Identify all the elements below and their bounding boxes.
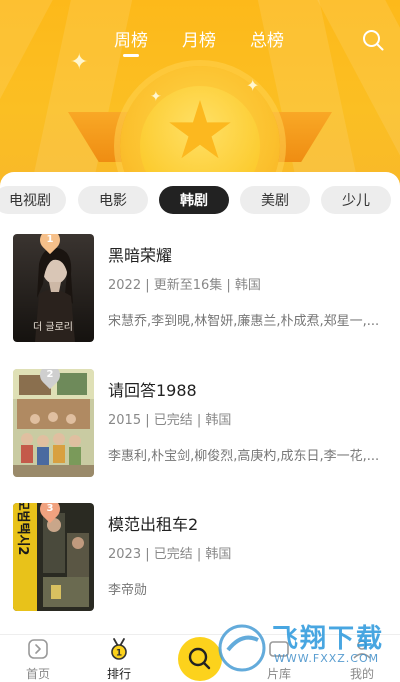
poster-title-text: 모범택시2 xyxy=(15,503,31,555)
tab-monthly[interactable]: 月榜 xyxy=(182,26,216,51)
nav-library[interactable]: 片库 xyxy=(249,635,309,682)
nav-home[interactable]: 首页 xyxy=(8,635,68,682)
ranking-list-panel: 电视剧 电影 韩剧 美剧 少儿 더 글로리 1 黑暗荣耀 2022 | 更新至1… xyxy=(0,172,400,634)
item-cast: 宋慧乔,李到晛,林智妍,廉惠兰,朴成焄,郑星一,... xyxy=(108,314,380,329)
item-title: 模范出租车2 xyxy=(108,515,199,534)
item-meta: 2022 | 更新至16集 | 韩国 xyxy=(108,278,261,293)
poster-image: 2 xyxy=(13,369,94,477)
profile-icon xyxy=(353,640,371,659)
library-icon xyxy=(269,641,289,657)
sparkle-icon: ✦ xyxy=(246,76,260,95)
item-meta: 2015 | 已完结 | 韩国 xyxy=(108,413,232,428)
medal-icon: 1 xyxy=(111,638,127,660)
nav-label: 我的 xyxy=(349,667,374,681)
nav-label: 首页 xyxy=(25,667,50,681)
item-meta: 2023 | 已完结 | 韩国 xyxy=(108,547,232,562)
sparkle-icon: ✦ xyxy=(150,89,162,105)
nav-label: 排行 xyxy=(106,667,131,681)
chip-tv-series[interactable]: 电视剧 xyxy=(0,186,66,214)
list-item[interactable]: 2 请回答1988 2015 | 已完结 | 韩国 李惠利,朴宝剑,柳俊烈,高庚… xyxy=(0,369,400,477)
poster-image: 더 글로리 1 xyxy=(13,234,94,342)
item-cast: 李帝勋 xyxy=(108,583,148,598)
nav-profile[interactable]: 我的 xyxy=(332,635,392,682)
rank-number: 2 xyxy=(46,369,54,380)
center-search-button[interactable] xyxy=(178,637,222,681)
item-title: 请回答1988 xyxy=(108,381,197,400)
chip-movies[interactable]: 电影 xyxy=(78,186,148,214)
tab-weekly[interactable]: 周榜 xyxy=(114,26,148,51)
poster-title-text: 더 글로리 xyxy=(33,321,73,333)
search-icon[interactable] xyxy=(361,28,385,52)
item-title: 黑暗荣耀 xyxy=(108,246,173,265)
chip-american-drama[interactable]: 美剧 xyxy=(240,186,310,214)
rank-number: 1 xyxy=(46,234,54,245)
list-item[interactable]: 더 글로리 1 黑暗荣耀 2022 | 更新至16集 | 韩国 宋慧乔,李到晛,… xyxy=(0,234,400,342)
nav-ranking[interactable]: 1 排行 xyxy=(89,635,149,682)
list-item[interactable]: 모범택시2 3 模范出租车2 2023 | 已完结 | 韩国 李帝勋 xyxy=(0,503,400,611)
search-icon xyxy=(188,647,211,670)
rank-number: 3 xyxy=(46,503,54,514)
tab-overall[interactable]: 总榜 xyxy=(250,26,284,51)
home-icon xyxy=(28,639,48,659)
period-tabs: 周榜 月榜 总榜 xyxy=(0,26,400,56)
poster-image: 모범택시2 3 xyxy=(13,503,94,611)
chip-korean-drama[interactable]: 韩剧 xyxy=(159,186,229,214)
item-cast: 李惠利,朴宝剑,柳俊烈,高庚杓,成东日,李一花,... xyxy=(108,449,380,464)
category-chips: 电视剧 电影 韩剧 美剧 少儿 xyxy=(0,186,400,216)
chip-kids[interactable]: 少儿 xyxy=(321,186,391,214)
nav-label: 片库 xyxy=(266,667,291,681)
svg-text:1: 1 xyxy=(116,649,122,659)
